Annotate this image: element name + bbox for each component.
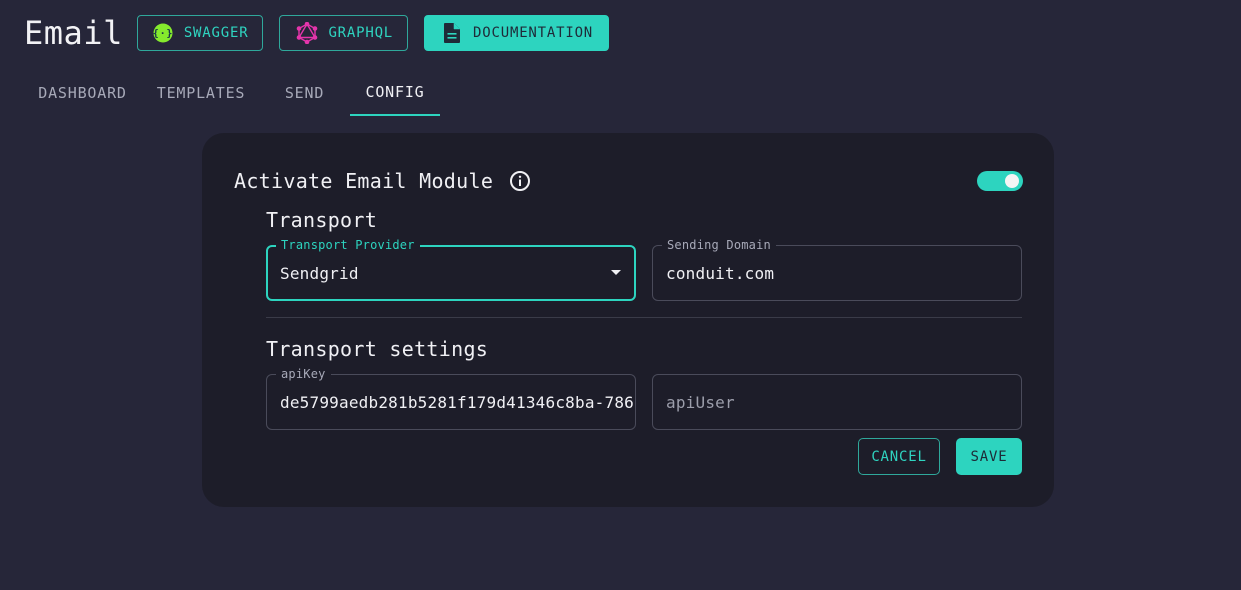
toggle-knob: [1005, 174, 1019, 188]
activate-module-toggle[interactable]: [977, 171, 1023, 191]
save-button[interactable]: SAVE: [956, 438, 1022, 475]
activate-module-label: Activate Email Module: [234, 169, 494, 193]
graphql-button[interactable]: GRAPHQL: [279, 15, 409, 51]
transport-title: Transport: [266, 208, 378, 232]
cancel-button[interactable]: CANCEL: [858, 438, 940, 475]
section-divider: [266, 317, 1022, 318]
documentation-button-label: DOCUMENTATION: [473, 25, 594, 41]
page-title: Email: [24, 14, 123, 52]
swagger-button-label: SWAGGER: [183, 25, 249, 41]
api-user-field[interactable]: apiUser: [652, 374, 1022, 430]
config-card: Activate Email Module Transport Transpor…: [202, 133, 1054, 507]
sending-domain-value: conduit.com: [666, 263, 775, 283]
swagger-icon: {·}: [152, 22, 174, 44]
activate-row: Activate Email Module: [234, 169, 531, 193]
graphql-button-label: GRAPHQL: [328, 25, 394, 41]
transport-provider-select[interactable]: Transport Provider Sendgrid: [266, 238, 636, 301]
tab-config[interactable]: CONFIG: [350, 70, 440, 116]
transport-provider-value: Sendgrid: [280, 263, 359, 283]
tab-templates[interactable]: TEMPLATES: [141, 70, 261, 116]
graphql-icon: [296, 22, 318, 44]
tab-send[interactable]: SEND: [261, 70, 348, 116]
document-icon: [441, 22, 463, 44]
documentation-button[interactable]: DOCUMENTATION: [424, 15, 610, 51]
tab-bar: DASHBOARD TEMPLATES SEND CONFIG: [24, 70, 440, 118]
svg-text:{·}: {·}: [153, 29, 173, 40]
chevron-down-icon: [611, 270, 621, 275]
page-header: Email {·} SWAGGER GRAPHQL DOCUMENTATION: [24, 14, 610, 52]
info-icon[interactable]: [509, 170, 531, 192]
api-user-placeholder: apiUser: [666, 392, 735, 412]
api-key-field[interactable]: apiKey de5799aedb281b5281f179d41346c8ba-…: [266, 367, 636, 430]
swagger-button[interactable]: {·} SWAGGER: [136, 15, 264, 51]
tab-dashboard[interactable]: DASHBOARD: [24, 70, 141, 116]
transport-settings-title: Transport settings: [266, 337, 489, 361]
sending-domain-field[interactable]: Sending Domain conduit.com: [652, 238, 1022, 301]
api-key-value: de5799aedb281b5281f179d41346c8ba-786: [280, 392, 634, 412]
